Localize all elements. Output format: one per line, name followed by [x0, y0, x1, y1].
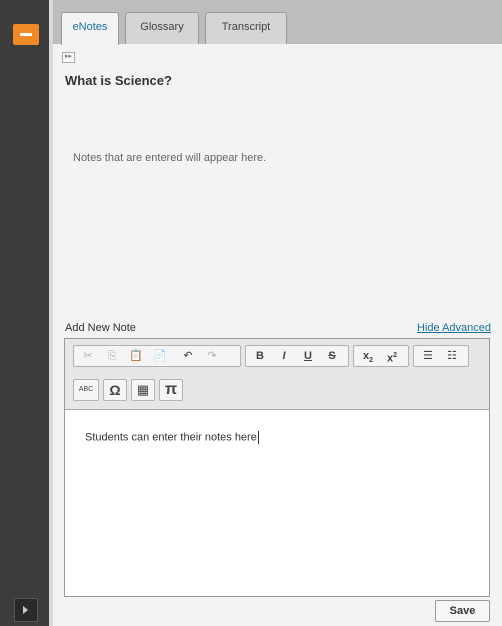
text-caret [257, 431, 259, 444]
sidebar [0, 0, 49, 626]
paste-icon[interactable]: 📋 [126, 347, 146, 365]
tab-bar: eNotes Glossary Transcript [53, 0, 502, 45]
format-group: B I U S [245, 345, 349, 367]
copy-icon[interactable]: ⎘ [102, 347, 122, 365]
pi-group: π [159, 379, 183, 401]
cut-icon[interactable]: ✂ [78, 347, 98, 365]
page-title: What is Science? [65, 73, 172, 88]
math-pi-button[interactable]: π [161, 381, 181, 399]
hide-advanced-link[interactable]: Hide Advanced [417, 322, 491, 334]
collapse-panel-button[interactable] [13, 24, 39, 45]
special-char-group: Ω [103, 379, 127, 401]
notes-empty-message: Notes that are entered will appear here. [73, 152, 267, 164]
bullet-list-icon[interactable]: ☷ [442, 347, 462, 365]
superscript-icon[interactable]: x2 [382, 347, 402, 365]
table-icon[interactable]: ▦ [133, 381, 153, 399]
save-button[interactable]: Save [435, 600, 490, 622]
spellcheck-group: ABC [73, 379, 99, 401]
strikethrough-button[interactable]: S [322, 347, 342, 365]
tab-glossary[interactable]: Glossary [125, 12, 199, 44]
list-group: ☰ ☷ [413, 345, 469, 367]
fast-forward-icon[interactable]: ▸▸ [62, 52, 75, 63]
spellcheck-icon[interactable]: ABC [76, 381, 96, 399]
minus-icon [20, 33, 32, 36]
undo-icon[interactable]: ↶ [178, 347, 198, 365]
paste-text-icon[interactable]: 📄 [150, 347, 170, 365]
special-character-button[interactable]: Ω [105, 381, 125, 399]
tab-enotes[interactable]: eNotes [61, 12, 119, 45]
subscript-icon[interactable]: x2 [358, 347, 378, 365]
underline-button[interactable]: U [298, 347, 318, 365]
clipboard-group: ✂ ⎘ 📋 📄 ↶ ↷ [73, 345, 241, 367]
bold-button[interactable]: B [250, 347, 270, 365]
script-group: x2 x2 [353, 345, 409, 367]
note-editor: ✂ ⎘ 📋 📄 ↶ ↷ B I U S x2 x2 ☰ ☷ ABC Ω ▦ π … [64, 338, 490, 597]
table-group: ▦ [131, 379, 155, 401]
notes-panel: eNotes Glossary Transcript ▸▸ What is Sc… [53, 0, 502, 626]
play-arrow-icon [23, 606, 28, 614]
numbered-list-icon[interactable]: ☰ [418, 347, 438, 365]
tab-transcript[interactable]: Transcript [205, 12, 287, 44]
expand-button[interactable] [14, 598, 38, 622]
italic-button[interactable]: I [274, 347, 294, 365]
note-text-area[interactable]: Students can enter their notes here [85, 431, 259, 444]
editor-toolbar: ✂ ⎘ 📋 📄 ↶ ↷ B I U S x2 x2 ☰ ☷ ABC Ω ▦ π [65, 339, 489, 410]
redo-icon[interactable]: ↷ [202, 347, 222, 365]
add-note-label: Add New Note [65, 322, 136, 334]
